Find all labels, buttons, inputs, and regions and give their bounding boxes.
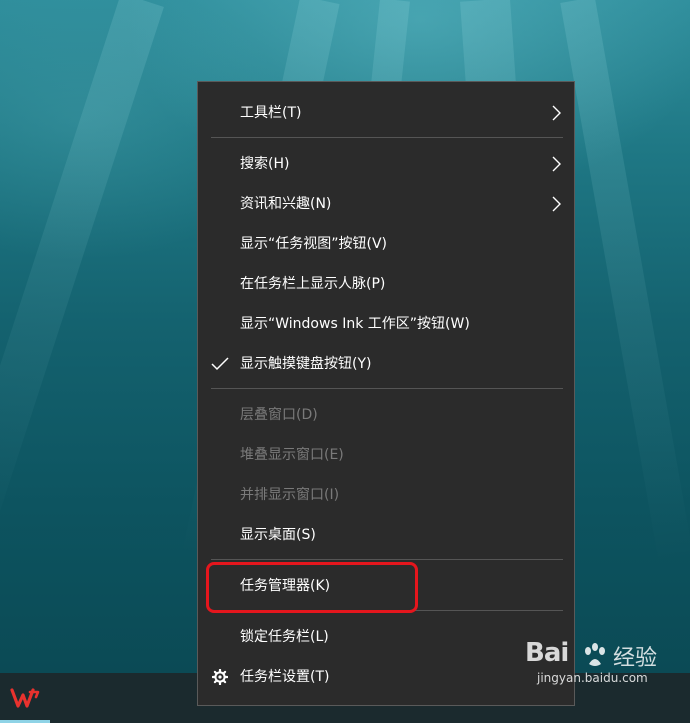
menu-separator xyxy=(211,559,563,560)
menu-item-touch-keyboard-button[interactable]: 显示触摸键盘按钮(Y) xyxy=(198,344,574,384)
watermark-url: jingyan.baidu.com xyxy=(537,671,648,685)
menu-item-label: 搜索(H) xyxy=(240,156,290,172)
menu-item-label: 显示触摸键盘按钮(Y) xyxy=(240,356,372,372)
menu-item-news-interests[interactable]: 资讯和兴趣(N) xyxy=(198,184,574,224)
chevron-right-icon xyxy=(552,105,561,121)
chevron-right-icon xyxy=(552,156,561,172)
menu-item-label: 显示桌面(S) xyxy=(240,527,316,543)
highlight-annotation xyxy=(206,562,418,613)
gear-icon xyxy=(212,669,228,685)
menu-item-search[interactable]: 搜索(H) xyxy=(198,144,574,184)
menu-item-windows-ink-button[interactable]: 显示“Windows Ink 工作区”按钮(W) xyxy=(198,304,574,344)
light-ray xyxy=(0,0,164,648)
wps-logo-icon[interactable] xyxy=(0,673,50,723)
menu-item-label: 层叠窗口(D) xyxy=(240,407,318,423)
menu-item-label: 显示“Windows Ink 工作区”按钮(W) xyxy=(240,316,470,332)
menu-item-label: 锁定任务栏(L) xyxy=(240,629,329,645)
chevron-right-icon xyxy=(552,196,561,212)
menu-separator xyxy=(211,137,563,138)
baidu-paw-icon xyxy=(585,643,605,666)
menu-item-label: 显示“任务视图”按钮(V) xyxy=(240,236,388,252)
menu-item-stack-windows: 堆叠显示窗口(E) xyxy=(198,435,574,475)
menu-item-lock-taskbar[interactable]: 锁定任务栏(L) xyxy=(198,617,574,657)
light-ray xyxy=(560,0,690,666)
menu-item-side-by-side-windows: 并排显示窗口(I) xyxy=(198,475,574,515)
menu-item-show-people[interactable]: 在任务栏上显示人脉(P) xyxy=(198,264,574,304)
menu-item-label: 工具栏(T) xyxy=(240,105,302,121)
menu-item-label: 任务栏设置(T) xyxy=(240,669,330,685)
menu-item-show-desktop[interactable]: 显示桌面(S) xyxy=(198,515,574,555)
watermark-brand-cn: 经验 xyxy=(613,646,658,671)
watermark-brand: Bai xyxy=(525,638,569,668)
menu-item-label: 并排显示窗口(I) xyxy=(240,487,340,503)
menu-item-task-view-button[interactable]: 显示“任务视图”按钮(V) xyxy=(198,224,574,264)
menu-item-label: 在任务栏上显示人脉(P) xyxy=(240,276,386,292)
menu-item-label: 堆叠显示窗口(E) xyxy=(240,447,344,463)
menu-item-label: 资讯和兴趣(N) xyxy=(240,196,332,212)
menu-item-cascade-windows: 层叠窗口(D) xyxy=(198,395,574,435)
baidu-jingyan-watermark: Bai 经验 jingyan.baidu.com xyxy=(525,638,690,723)
menu-item-toolbars[interactable]: 工具栏(T) xyxy=(198,93,574,133)
checkmark-icon xyxy=(211,357,229,371)
menu-item-taskbar-settings[interactable]: 任务栏设置(T) xyxy=(198,657,574,697)
menu-separator xyxy=(211,388,563,389)
